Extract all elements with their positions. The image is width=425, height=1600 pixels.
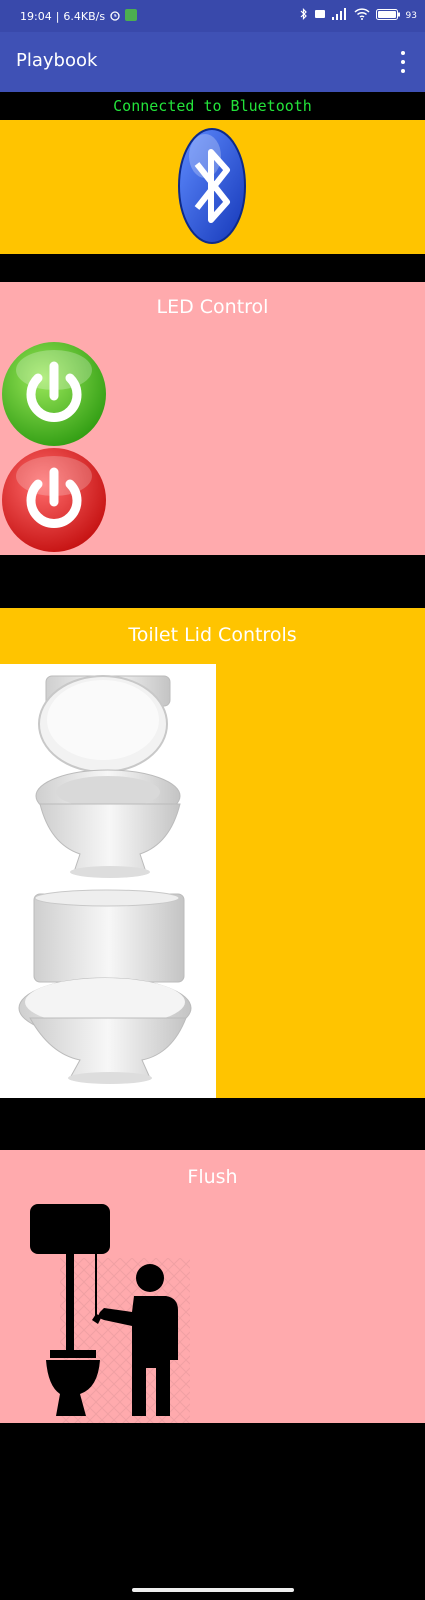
- vibrate-icon: [314, 9, 326, 22]
- signal-icon: [331, 8, 348, 23]
- flush-title: Flush: [187, 1166, 238, 1188]
- alarm-icon: [109, 9, 121, 24]
- battery-icon: [375, 8, 400, 23]
- bluetooth-panel: [0, 120, 425, 254]
- notification-app-icon: [125, 9, 138, 24]
- power-off-button[interactable]: [0, 446, 108, 554]
- power-off-icon: [2, 448, 106, 552]
- app-title: Playbook: [16, 50, 98, 71]
- flush-panel: Flush: [0, 1150, 425, 1423]
- toilet-lid-image[interactable]: [0, 664, 216, 1098]
- status-time: 19:04: [20, 10, 52, 23]
- toilet-lid-title: Toilet Lid Controls: [128, 624, 297, 646]
- status-separator: |: [55, 10, 60, 23]
- led-control-title: LED Control: [156, 296, 269, 318]
- more-vert-icon[interactable]: [393, 48, 413, 76]
- bluetooth-status-icon: [300, 8, 308, 23]
- flush-image[interactable]: [0, 1198, 216, 1423]
- bluetooth-icon[interactable]: [177, 126, 247, 246]
- status-network-speed: 6.4KB/s: [63, 10, 106, 23]
- status-bar: 19:04 | 6.4KB/s 93: [0, 0, 425, 32]
- power-on-icon: [2, 342, 106, 446]
- wifi-icon: [354, 8, 370, 23]
- app-bar: Playbook: [0, 32, 425, 92]
- battery-percent: 93: [405, 10, 417, 21]
- power-on-button[interactable]: [0, 340, 108, 448]
- toilet-lid-panel: Toilet Lid Controls: [0, 608, 425, 1098]
- connection-status: Connected to Bluetooth: [113, 97, 312, 115]
- led-control-panel: LED Control: [0, 282, 425, 555]
- home-indicator[interactable]: [132, 1588, 294, 1592]
